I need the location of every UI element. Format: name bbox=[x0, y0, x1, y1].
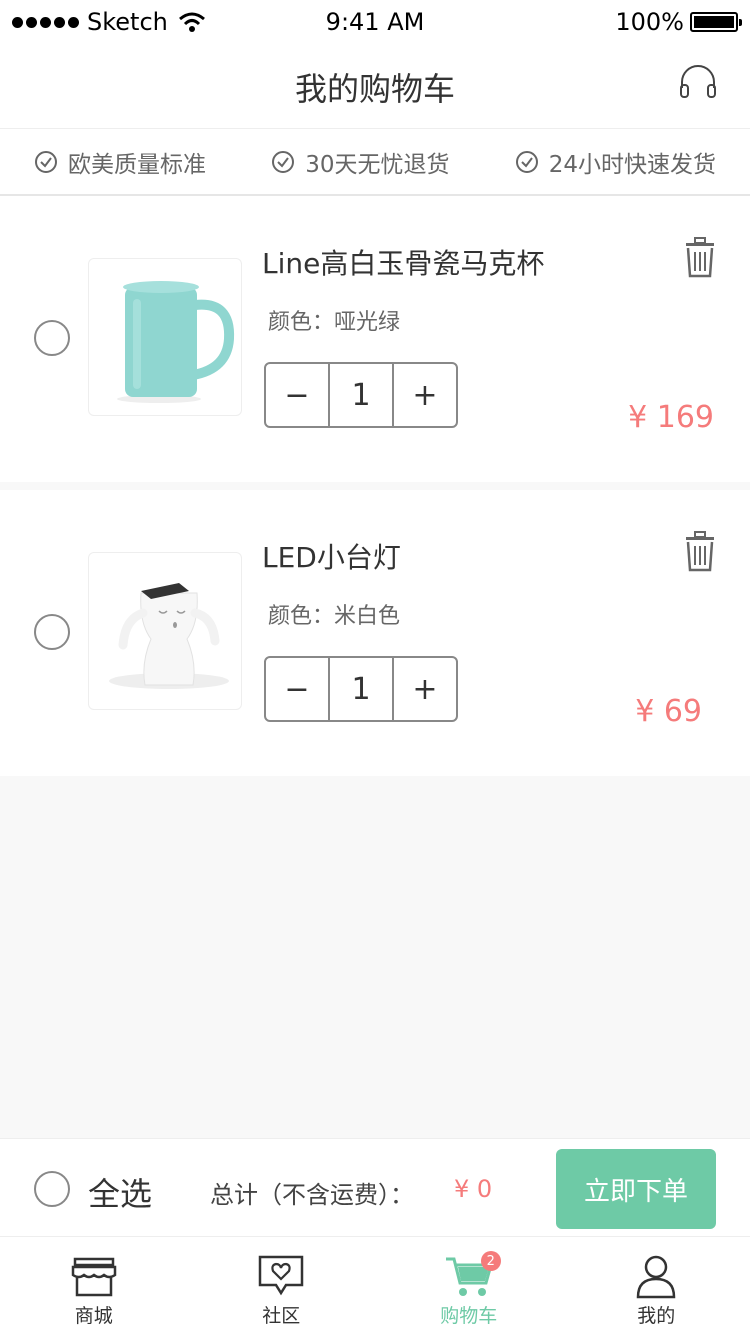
tab-cart[interactable]: 2 购物车 bbox=[375, 1237, 563, 1334]
nav-bar: 我的购物车 bbox=[0, 44, 750, 128]
product-variant: 颜色：米白色 bbox=[268, 598, 400, 630]
check-circle-icon bbox=[272, 150, 295, 173]
cart-count-badge: 2 bbox=[480, 1251, 501, 1271]
guarantee-returns: 30天无忧退货 bbox=[271, 145, 450, 179]
trash-icon[interactable] bbox=[682, 236, 718, 278]
check-circle-icon bbox=[35, 150, 57, 173]
cart-item: LED小台灯 颜色：米白色 − 1 + ¥ 69 bbox=[0, 490, 750, 776]
decrease-button[interactable]: − bbox=[266, 364, 328, 426]
variant-label: 颜色： bbox=[268, 604, 335, 629]
product-price: ¥ 69 bbox=[635, 694, 702, 729]
variant-value: 哑光绿 bbox=[334, 310, 401, 335]
guarantee-label: 30天无忧退货 bbox=[305, 151, 450, 178]
quantity-stepper: − 1 + bbox=[264, 362, 458, 428]
product-name[interactable]: LED小台灯 bbox=[262, 536, 401, 576]
item-select-radio[interactable] bbox=[34, 614, 70, 650]
product-image-mug[interactable] bbox=[88, 258, 242, 416]
trash-icon[interactable] bbox=[682, 530, 718, 572]
quantity-stepper: − 1 + bbox=[264, 656, 458, 722]
battery-group: 100% bbox=[615, 8, 742, 36]
total-price: ¥ 0 bbox=[454, 1175, 493, 1203]
tab-store[interactable]: 商城 bbox=[0, 1237, 188, 1334]
tab-community[interactable]: 社区 bbox=[188, 1237, 376, 1334]
tab-label: 商城 bbox=[74, 1305, 113, 1327]
tab-profile[interactable]: 我的 bbox=[563, 1237, 750, 1334]
tab-label: 社区 bbox=[262, 1305, 301, 1327]
page-title: 我的购物车 bbox=[294, 70, 455, 108]
increase-button[interactable]: + bbox=[394, 658, 456, 720]
product-variant: 颜色：哑光绿 bbox=[268, 304, 400, 336]
battery-icon bbox=[690, 12, 742, 32]
increase-button[interactable]: + bbox=[394, 364, 456, 426]
quantity-value[interactable]: 1 bbox=[328, 364, 394, 426]
guarantee-label: 欧美质量标准 bbox=[68, 151, 206, 178]
checkout-bar: 全选 总计（不含运费）： ¥ 0 立即下单 bbox=[0, 1138, 750, 1236]
headset-icon[interactable] bbox=[678, 62, 718, 102]
tab-label: 购物车 bbox=[440, 1305, 498, 1327]
quantity-value[interactable]: 1 bbox=[328, 658, 394, 720]
chat-heart-icon bbox=[259, 1255, 304, 1296]
select-all-label[interactable]: 全选 bbox=[88, 1169, 152, 1215]
store-icon bbox=[71, 1257, 116, 1297]
decrease-button[interactable]: − bbox=[266, 658, 328, 720]
lamp-illustration bbox=[109, 583, 229, 689]
battery-percent: 100% bbox=[615, 8, 684, 36]
status-bar: Sketch 9:41 AM 100% bbox=[0, 0, 750, 44]
tab-label: 我的 bbox=[637, 1305, 676, 1327]
select-all-radio[interactable] bbox=[34, 1171, 70, 1207]
product-image-lamp[interactable] bbox=[88, 552, 242, 710]
guarantee-quality: 欧美质量标准 bbox=[34, 145, 206, 179]
mug-illustration bbox=[117, 281, 235, 403]
cart-item: Line高白玉骨瓷马克杯 颜色：哑光绿 − 1 + ¥ 169 bbox=[0, 196, 750, 482]
guarantee-label: 24小时快速发货 bbox=[548, 151, 716, 178]
tab-bar: 商城 社区 2 购物车 我的 bbox=[0, 1236, 750, 1334]
variant-label: 颜色： bbox=[268, 310, 335, 335]
user-icon bbox=[636, 1255, 676, 1299]
total-label: 总计（不含运费）： bbox=[210, 1181, 414, 1209]
product-price: ¥ 169 bbox=[628, 400, 714, 435]
product-name[interactable]: Line高白玉骨瓷马克杯 bbox=[262, 242, 544, 282]
variant-value: 米白色 bbox=[334, 604, 401, 629]
check-circle-icon bbox=[515, 150, 538, 173]
guarantee-strip: 欧美质量标准 30天无忧退货 24小时快速发货 bbox=[0, 128, 750, 196]
item-select-radio[interactable] bbox=[34, 320, 70, 356]
place-order-button[interactable]: 立即下单 bbox=[556, 1149, 716, 1229]
guarantee-shipping: 24小时快速发货 bbox=[515, 145, 716, 179]
